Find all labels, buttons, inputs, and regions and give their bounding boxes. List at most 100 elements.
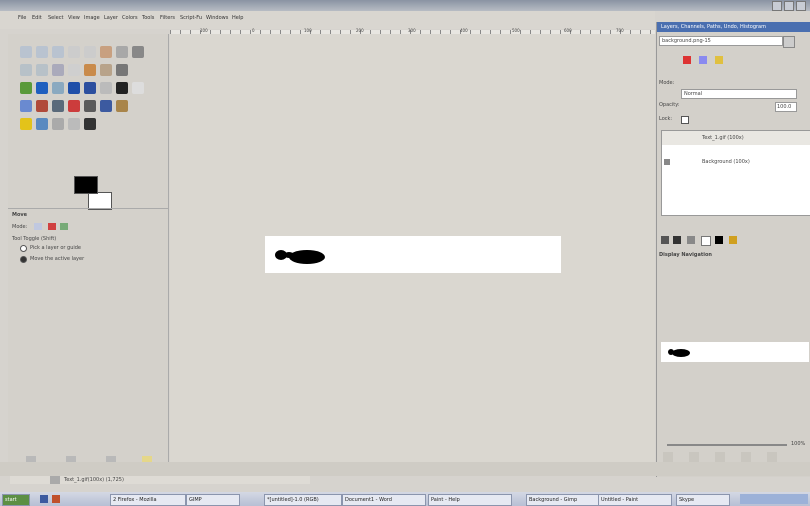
eye-icon[interactable] [664, 159, 670, 165]
mode-layer-icon[interactable] [48, 223, 56, 230]
color-swatch[interactable] [715, 236, 723, 244]
menu-script-fu[interactable]: Script-Fu [180, 15, 202, 21]
zoom-fit-button[interactable] [715, 452, 725, 462]
mode-path-icon[interactable] [60, 223, 68, 230]
smudge-icon[interactable] [20, 118, 32, 130]
layers-tab-icon[interactable] [683, 56, 691, 64]
taskbar-item[interactable]: Background - Gimp [526, 494, 600, 506]
menu-tools[interactable]: Tools [142, 15, 154, 21]
taskbar-item[interactable]: Skype [676, 494, 730, 506]
pencil-icon[interactable] [20, 100, 32, 112]
fuzzy-select-icon[interactable] [68, 46, 80, 58]
sharpen-icon[interactable] [68, 118, 80, 130]
shrink-wrap-button[interactable] [767, 452, 777, 462]
lock-alpha-checkbox[interactable] [681, 116, 689, 124]
image-tab-label[interactable]: Text_1.gif(100x) (1,725) [64, 477, 124, 483]
zoom-in-button[interactable] [689, 452, 699, 462]
navigation-preview[interactable] [661, 342, 809, 362]
menu-filters[interactable]: Filters [160, 15, 175, 21]
color-swatch[interactable] [701, 236, 711, 246]
color-swatch[interactable] [729, 236, 737, 244]
menu-help[interactable]: Help [232, 15, 243, 21]
color-picker-icon[interactable] [20, 64, 32, 76]
foreground-color-swatch[interactable] [74, 176, 98, 194]
layer-row[interactable]: Background (100x) [662, 155, 810, 169]
paintbrush-icon[interactable] [36, 100, 48, 112]
taskbar-item[interactable]: *[untitled]-1.0 (RGB) [264, 494, 342, 506]
ruler-tick-label: 500 [512, 28, 520, 33]
airbrush-icon[interactable] [68, 100, 80, 112]
opacity-label: Opacity: [659, 102, 680, 108]
align-icon[interactable] [84, 64, 96, 76]
layer-mode-select[interactable]: Normal [681, 89, 797, 99]
zoom-out-button[interactable] [663, 452, 673, 462]
rect-select-icon[interactable] [20, 46, 32, 58]
menu-edit[interactable]: Edit [32, 15, 42, 21]
quick-launch-icon[interactable] [40, 495, 48, 503]
menu-select[interactable]: Select [48, 15, 63, 21]
color-tool-icon[interactable] [84, 118, 96, 130]
cage-icon[interactable] [84, 82, 96, 94]
move-active-layer-radio[interactable] [20, 256, 27, 263]
paths-tab-icon[interactable] [715, 56, 723, 64]
shear-icon[interactable] [36, 82, 48, 94]
menu-image[interactable]: Image [84, 15, 100, 21]
taskbar-item[interactable]: Untitled - Paint [598, 494, 672, 506]
paths-icon[interactable] [132, 46, 144, 58]
opacity-spin[interactable]: 100.0 [775, 102, 797, 112]
auto-button[interactable] [783, 36, 795, 48]
clone-icon[interactable] [100, 100, 112, 112]
menu-view[interactable]: View [68, 15, 80, 21]
menu-colors[interactable]: Colors [122, 15, 138, 21]
system-tray [740, 494, 808, 504]
ellipse-select-icon[interactable] [36, 46, 48, 58]
maximize-button[interactable] [784, 1, 794, 11]
taskbar-item[interactable]: Document1 - Word [342, 494, 426, 506]
bucket-fill-icon[interactable] [116, 82, 128, 94]
eraser-icon[interactable] [52, 100, 64, 112]
dodge-burn-icon[interactable] [36, 118, 48, 130]
scissors-icon[interactable] [100, 46, 112, 58]
zoom-fill-button[interactable] [741, 452, 751, 462]
close-button[interactable] [796, 1, 806, 11]
taskbar-item[interactable]: 2 Firefox - Mozilla [110, 494, 186, 506]
channels-tab-icon[interactable] [699, 56, 707, 64]
menu-file[interactable]: File [18, 15, 26, 21]
text-icon[interactable] [100, 82, 112, 94]
start-button[interactable]: start [2, 494, 30, 506]
rotate-icon[interactable] [116, 64, 128, 76]
crop-icon[interactable] [100, 64, 112, 76]
move-icon[interactable] [68, 64, 80, 76]
color-swatch[interactable] [673, 236, 681, 244]
select-by-color-icon[interactable] [84, 46, 96, 58]
zoom-slider[interactable] [667, 444, 787, 446]
lock-label: Lock: [659, 116, 673, 122]
color-swatch[interactable] [661, 236, 669, 244]
zoom-icon[interactable] [36, 64, 48, 76]
taskbar-item[interactable]: Paint - Help [428, 494, 512, 506]
free-select-icon[interactable] [52, 46, 64, 58]
menu-windows[interactable]: Windows [206, 15, 228, 21]
heal-icon[interactable] [116, 100, 128, 112]
blend-icon[interactable] [132, 82, 144, 94]
image-select-dropdown[interactable]: background.png-15 [659, 36, 783, 46]
foreground-select-icon[interactable] [116, 46, 128, 58]
minimize-button[interactable] [772, 1, 782, 11]
layers-list[interactable]: Text_1.gif (100x) Background (100x) [661, 130, 810, 216]
color-swatch[interactable] [687, 236, 695, 244]
image-tab-thumbnail[interactable] [50, 476, 60, 484]
ink-icon[interactable] [84, 100, 96, 112]
taskbar-item[interactable]: GIMP [186, 494, 240, 506]
layer-row[interactable]: Text_1.gif (100x) [662, 131, 810, 145]
menu-layer[interactable]: Layer [104, 15, 118, 21]
flip-icon[interactable] [68, 82, 80, 94]
mode-normal-icon[interactable] [34, 223, 42, 230]
scale-icon[interactable] [20, 82, 32, 94]
quick-launch-icon[interactable] [52, 495, 60, 503]
status-bar [0, 462, 810, 476]
measure-icon[interactable] [52, 64, 64, 76]
image-canvas[interactable] [265, 236, 561, 273]
pick-layer-radio[interactable] [20, 245, 27, 252]
blur-icon[interactable] [52, 118, 64, 130]
perspective-icon[interactable] [52, 82, 64, 94]
